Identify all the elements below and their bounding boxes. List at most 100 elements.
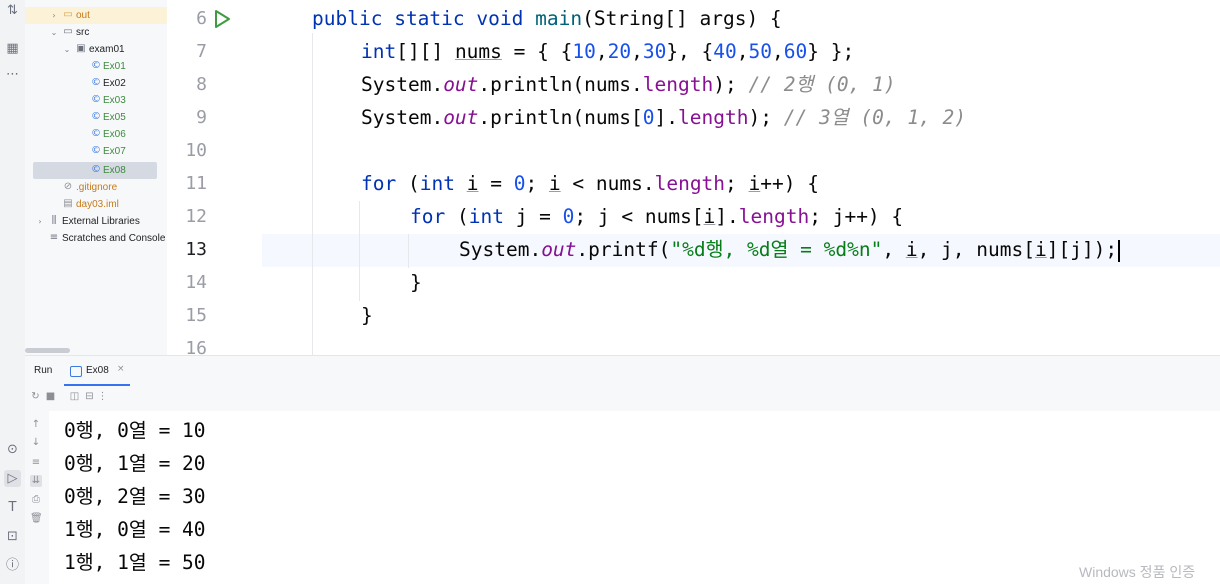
token-number: 10 — [572, 40, 596, 63]
token-keyword: for — [410, 205, 446, 228]
services-icon[interactable]: ⊙ — [4, 441, 21, 458]
token-text: ; — [725, 172, 749, 195]
tree-item-label: Ex06 — [103, 129, 126, 140]
console-output[interactable]: 0행, 0열 = 10 0행, 1열 = 20 0행, 2열 = 30 1행, … — [49, 411, 1220, 584]
token-variable: i — [466, 172, 479, 195]
token-text: System. — [361, 73, 444, 96]
token-number: 60 — [783, 40, 808, 63]
tree-item-class[interactable]: © Ex01 — [25, 58, 167, 75]
camera-icon[interactable]: ◫ — [69, 391, 80, 402]
tree-item-gitignore[interactable]: ⊘ .gitignore — [25, 179, 167, 196]
chevron-down-icon[interactable]: ⌄ — [63, 41, 71, 58]
tree-item-label: Ex08 — [103, 165, 126, 176]
code-line-14: } — [410, 271, 422, 294]
token-number: 0 — [642, 106, 655, 129]
scroll-up-icon[interactable]: ↑ — [30, 419, 42, 431]
more-vertical-icon[interactable]: ⋮ — [97, 391, 108, 402]
tree-item-class[interactable]: © Ex06 — [25, 126, 167, 143]
run-tool-icon[interactable]: ▷ — [4, 470, 21, 487]
activity-bar: ⇅ ▦ ⋯ ⊙ ▷ T ⊡ ⓘ — [0, 0, 26, 584]
run-gutter-icon[interactable] — [212, 9, 232, 29]
token-keyword: for — [361, 172, 397, 195]
rerun-icon[interactable]: ↻ — [30, 391, 41, 402]
class-icon: © — [91, 111, 101, 122]
tree-item-class[interactable]: © Ex02 — [25, 75, 167, 92]
code-editor[interactable]: public static void main(String[] args) {… — [262, 0, 1220, 356]
console-line: 1행, 0열 = 40 — [64, 518, 206, 541]
line-number: 11 — [185, 173, 207, 194]
token-comment: // 2행 (0, 1) — [748, 73, 896, 96]
commit-icon[interactable]: ⇅ — [4, 2, 21, 19]
tree-item-scratches[interactable]: ≡ Scratches and Console — [25, 230, 167, 247]
close-icon[interactable]: × — [117, 364, 125, 374]
tree-item-iml[interactable]: ▤ day03.iml — [25, 196, 167, 213]
token-keyword: int — [361, 40, 397, 63]
token-text: .println(nums[ — [478, 106, 643, 129]
token-text: System. — [459, 238, 542, 261]
horizontal-scrollbar[interactable] — [25, 348, 70, 353]
token-field: out — [541, 238, 577, 261]
chevron-right-icon[interactable]: › — [50, 7, 58, 24]
code-line-9: System.out.println(nums[0].length); // 3… — [361, 101, 966, 134]
console-line: 0행, 0열 = 10 — [64, 419, 206, 442]
token-keyword: void — [476, 7, 524, 30]
token-variable: i — [703, 205, 716, 228]
chevron-down-icon[interactable]: ⌄ — [50, 24, 58, 41]
tree-item-label: Ex03 — [103, 95, 126, 106]
scratches-icon: ≡ — [49, 232, 59, 243]
chevron-right-icon[interactable]: › — [36, 213, 44, 230]
console-line: 0행, 2열 = 30 — [64, 485, 206, 508]
tree-item-src[interactable]: ⌄ ▭ src — [25, 24, 167, 41]
problems-icon[interactable]: ⓘ — [4, 557, 21, 574]
print-icon[interactable]: ⎙ — [30, 494, 42, 506]
class-icon: © — [91, 60, 101, 71]
ignore-file-icon: ⊘ — [63, 181, 73, 192]
console-tab-icon — [70, 366, 82, 377]
tree-item-class[interactable]: © Ex05 — [25, 109, 167, 126]
token-text: , — [772, 40, 784, 63]
scroll-down-icon[interactable]: ↓ — [30, 437, 42, 449]
line-number: 15 — [185, 305, 207, 326]
soft-wrap-icon[interactable]: ≡ — [30, 457, 42, 469]
line-number: 7 — [196, 41, 207, 62]
scroll-to-end-icon[interactable]: ⇊ — [30, 475, 42, 487]
token-text: ]. — [715, 205, 739, 228]
token-text: .println(nums. — [478, 73, 643, 96]
tree-item-package[interactable]: ⌄ ▣ exam01 — [25, 41, 167, 58]
tree-item-class-selected[interactable]: © Ex08 — [33, 162, 157, 179]
token-field: length — [654, 172, 726, 195]
package-icon: ▣ — [76, 43, 86, 54]
more-icon[interactable]: ⋯ — [4, 66, 21, 83]
token-field: length — [678, 106, 749, 129]
trash-icon[interactable]: 🗑 — [30, 513, 43, 525]
indent-guide — [359, 201, 360, 301]
tree-item-label: Ex07 — [103, 146, 126, 157]
token-field: length — [642, 73, 714, 96]
code-line-7: int[][] nums = { {10,20,30}, {40,50,60} … — [361, 35, 854, 68]
token-variable: i — [748, 172, 761, 195]
token-keyword: int — [419, 172, 455, 195]
run-toolbar: ↻ ■ ◫ ⊟ ⋮ — [25, 386, 1220, 408]
stop-icon[interactable]: ■ — [45, 391, 56, 402]
restore-layout-icon[interactable]: ⊟ — [84, 391, 95, 402]
token-text: ][j]); — [1046, 238, 1118, 261]
tree-item-out[interactable]: › ▭ out — [25, 7, 167, 24]
console-line: 1행, 1열 = 50 — [64, 551, 206, 574]
editor-gutter: 6 7 8 9 10 11 12 13 14 15 16 — [167, 0, 262, 359]
run-panel: Run Ex08 × ↻ ■ ◫ ⊟ ⋮ ↑ ↓ ≡ ⇊ ⎙ 🗑 0행, 0열 … — [25, 356, 1220, 584]
token-field: out — [443, 73, 479, 96]
tree-item-class[interactable]: © Ex07 — [25, 143, 167, 160]
console-line: 0행, 1열 = 20 — [64, 452, 206, 475]
token-keyword: public — [312, 7, 383, 30]
class-icon: © — [91, 145, 101, 156]
token-text: , — [882, 238, 906, 261]
structure-icon[interactable]: ▦ — [4, 40, 21, 57]
tree-item-class[interactable]: © Ex03 — [25, 92, 167, 109]
terminal-t-icon[interactable]: T — [4, 499, 21, 516]
terminal-icon[interactable]: ⊡ — [4, 528, 21, 545]
tab-ex08[interactable]: Ex08 × — [64, 359, 130, 386]
token-text: (String[] args) { — [582, 7, 782, 30]
token-number: 50 — [748, 40, 772, 63]
token-field: length — [738, 205, 810, 228]
tree-item-external-libraries[interactable]: › ⫼ External Libraries — [25, 213, 167, 230]
